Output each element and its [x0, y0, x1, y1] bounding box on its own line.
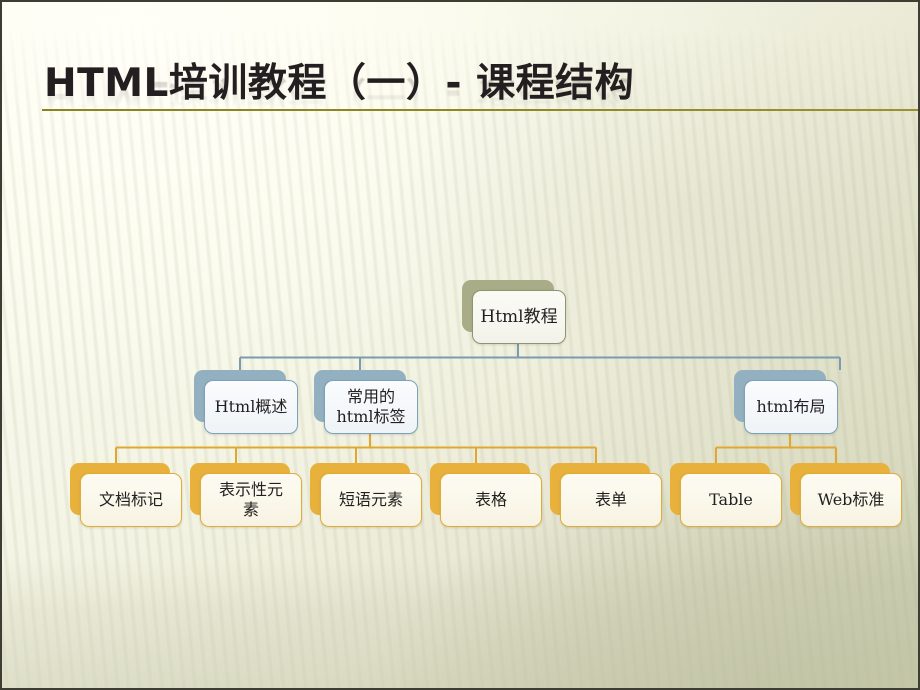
diagram-node-web-standard[interactable]: Web标准	[790, 463, 902, 527]
node-face-box: 短语元素	[320, 473, 422, 527]
node-face-box: Html概述	[204, 380, 298, 434]
node-label-web-standard: Web标准	[817, 490, 885, 510]
node-label-doc-markup: 文档标记	[98, 490, 163, 510]
node-face-box: Web标准	[800, 473, 902, 527]
node-label-line-1: 表示性元	[218, 480, 283, 500]
diagram-node-presentational-elements[interactable]: 表示性元 素	[190, 463, 302, 527]
diagram-node-tables-cn[interactable]: 表格	[430, 463, 542, 527]
diagram-node-html-overview[interactable]: Html概述	[194, 370, 298, 434]
node-label-html-overview: Html概述	[214, 397, 288, 417]
node-label-forms-cn: 表单	[594, 490, 627, 510]
node-label-common-html-tags: 常用的 html标签	[330, 387, 411, 426]
node-face-box: 文档标记	[80, 473, 182, 527]
node-label-phrase-elements: 短语元素	[338, 490, 403, 510]
node-label-line-1: 常用的	[346, 387, 395, 407]
node-face-box: 表格	[440, 473, 542, 527]
diagram-node-root[interactable]: Html教程	[462, 280, 566, 344]
node-face-box: Table	[680, 473, 782, 527]
node-label-table-en: Table	[709, 490, 753, 510]
slide-canvas: HTML培训教程（一）- 课程结构 HTML培训教程（一）- 课程结构 Html…	[0, 0, 920, 690]
diagram-node-html-layout[interactable]: html布局	[734, 370, 838, 434]
node-label-root: Html教程	[480, 306, 558, 327]
diagram-connectors	[115, 342, 841, 463]
diagram-node-table-en[interactable]: Table	[670, 463, 782, 527]
node-label-presentational-elements: 表示性元 素	[213, 480, 289, 519]
diagram-node-phrase-elements[interactable]: 短语元素	[310, 463, 422, 527]
node-face-box: Html教程	[472, 290, 566, 344]
node-face-box: 表示性元 素	[200, 473, 302, 527]
node-face-box: 表单	[560, 473, 662, 527]
course-structure-diagram: Html教程 Html概述 常用的 html标签 html布局 文档标记 表示性…	[2, 2, 918, 688]
node-label-line-2: html标签	[336, 407, 406, 426]
diagram-node-forms-cn[interactable]: 表单	[550, 463, 662, 527]
node-label-html-layout: html布局	[756, 397, 826, 417]
node-face-box: 常用的 html标签	[324, 380, 418, 434]
node-label-line-2: 素	[242, 500, 259, 519]
node-label-tables-cn: 表格	[474, 490, 507, 510]
diagram-node-common-html-tags[interactable]: 常用的 html标签	[314, 370, 418, 434]
diagram-node-doc-markup[interactable]: 文档标记	[70, 463, 182, 527]
node-face-box: html布局	[744, 380, 838, 434]
